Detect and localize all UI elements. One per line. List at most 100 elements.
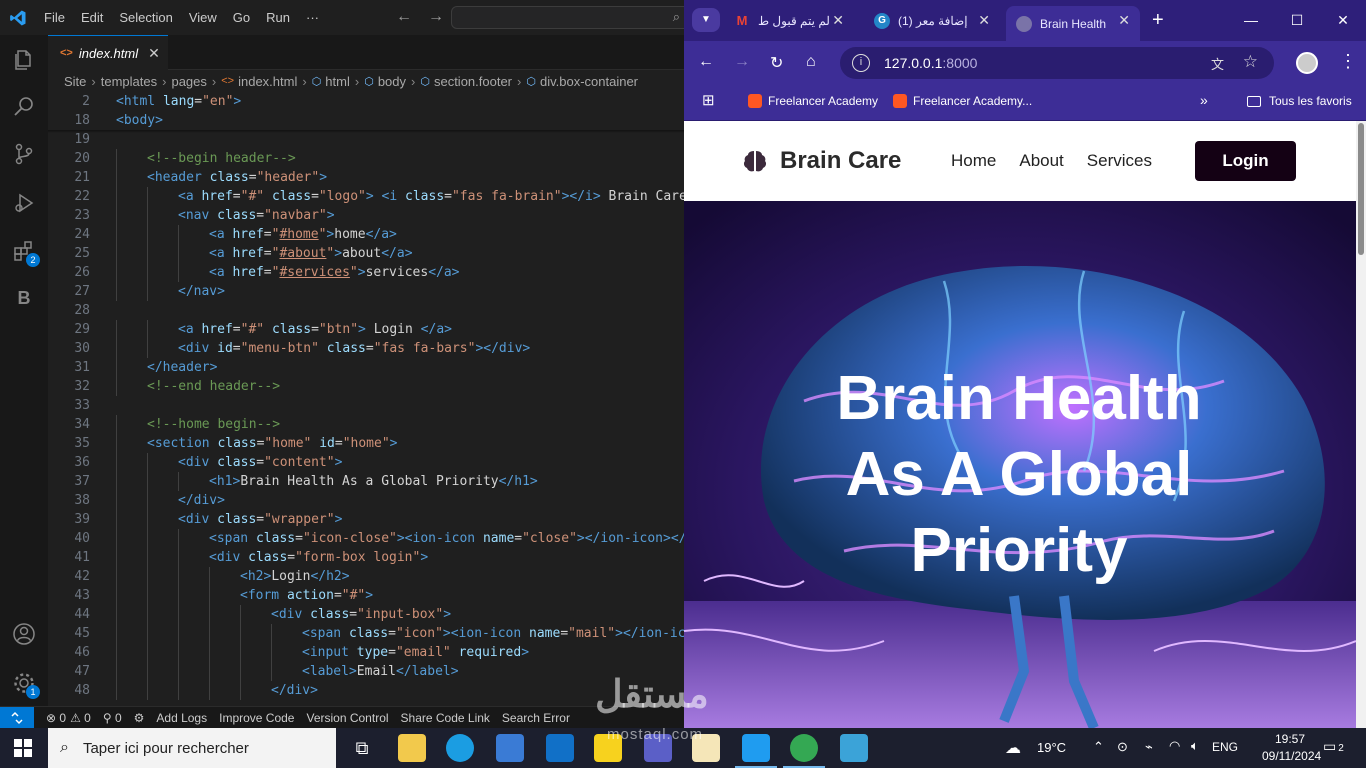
problems-warnings[interactable]: ⚠ 0 bbox=[70, 711, 91, 725]
menu-go[interactable]: Go bbox=[225, 10, 258, 25]
breadcrumb-item[interactable]: body bbox=[378, 74, 406, 89]
meet-icon[interactable]: ⊙ bbox=[1117, 739, 1128, 755]
breadcrumb-item[interactable]: index.html bbox=[238, 74, 297, 89]
home-icon[interactable]: ⌂ bbox=[806, 53, 816, 71]
menu-file[interactable]: File bbox=[36, 10, 73, 25]
browser-tab-gmail[interactable]: M لم يتم قبول ط ✕ bbox=[724, 6, 854, 35]
code-line[interactable]: 26 <a href="#services">services</a> bbox=[48, 263, 684, 282]
nav-home[interactable]: Home bbox=[951, 151, 996, 171]
code-line[interactable]: 40 <span class="icon-close"><ion-icon nam… bbox=[48, 529, 684, 548]
menu-more[interactable]: ··· bbox=[298, 10, 327, 25]
menu-run[interactable]: Run bbox=[258, 10, 298, 25]
breadcrumb-item[interactable]: html bbox=[325, 74, 350, 89]
code-line[interactable]: 24 <a href="#home">home</a> bbox=[48, 225, 684, 244]
windows-start-icon[interactable] bbox=[14, 739, 32, 757]
task-view-icon[interactable]: ⧉ bbox=[348, 734, 376, 762]
edge-icon[interactable] bbox=[446, 734, 474, 762]
status-search-error[interactable]: Search Error bbox=[502, 711, 570, 725]
login-button[interactable]: Login bbox=[1195, 141, 1296, 181]
code-line[interactable]: 25 <a href="#about">about</a> bbox=[48, 244, 684, 263]
page-scrollbar[interactable] bbox=[1356, 121, 1366, 728]
code-line[interactable]: 28 bbox=[48, 301, 684, 320]
new-tab-plus-icon[interactable]: + bbox=[1152, 9, 1164, 32]
network-icon[interactable]: ⌁ bbox=[1145, 739, 1153, 755]
code-line[interactable]: 33 bbox=[48, 396, 684, 415]
menu-selection[interactable]: Selection bbox=[111, 10, 180, 25]
minimize-icon[interactable]: — bbox=[1228, 0, 1274, 41]
notifications-icon[interactable]: ▭ 2 bbox=[1323, 738, 1353, 760]
b-extension-icon[interactable]: B bbox=[12, 288, 36, 312]
remote-icon[interactable] bbox=[0, 707, 34, 728]
search-icon[interactable] bbox=[12, 94, 36, 118]
code-line[interactable]: 43 <form action="#"> bbox=[48, 586, 684, 605]
forward-arrow-icon[interactable]: → bbox=[734, 53, 750, 71]
code-line[interactable]: 36 <div class="content"> bbox=[48, 453, 684, 472]
bookmark-star-icon[interactable]: ☆ bbox=[1243, 52, 1258, 72]
close-window-icon[interactable]: ✕ bbox=[1320, 0, 1366, 41]
language-indicator[interactable]: ENG bbox=[1212, 740, 1238, 754]
code-line[interactable]: 44 <div class="input-box"> bbox=[48, 605, 684, 624]
code-line[interactable]: 41 <div class="form-box login"> bbox=[48, 548, 684, 567]
reload-icon[interactable]: ↻ bbox=[770, 53, 783, 73]
breadcrumb-item[interactable]: Site bbox=[64, 74, 86, 89]
code-line[interactable]: 20 <!--begin header--> bbox=[48, 149, 684, 168]
translate-icon[interactable]: 文 bbox=[1211, 54, 1224, 73]
status-version-control[interactable]: Version Control bbox=[306, 711, 388, 725]
code-line[interactable]: 35 <section class="home" id="home"> bbox=[48, 434, 684, 453]
back-arrow-icon[interactable]: ← bbox=[698, 53, 714, 71]
site-logo[interactable]: Brain Care bbox=[742, 147, 901, 175]
debug-icon[interactable]: ⚙ bbox=[134, 711, 145, 725]
status-add-logs[interactable]: Add Logs bbox=[156, 711, 207, 725]
code-line[interactable]: 32 <!--end header--> bbox=[48, 377, 684, 396]
profile-avatar[interactable] bbox=[1296, 52, 1318, 74]
sticky-code-line[interactable]: 18 <body> bbox=[48, 111, 684, 130]
wifi-icon[interactable]: ◠ bbox=[1169, 738, 1180, 754]
breadcrumb-item[interactable]: section.footer bbox=[434, 74, 512, 89]
code-line[interactable]: 34 <!--home begin--> bbox=[48, 415, 684, 434]
code-line[interactable]: 21 <header class="header"> bbox=[48, 168, 684, 187]
code-line[interactable]: 22 <a href="#" class="logo"> <i class="fa… bbox=[48, 187, 684, 206]
forward-arrow-icon[interactable]: → bbox=[428, 8, 444, 26]
code-line[interactable]: 42 <h2>Login</h2> bbox=[48, 567, 684, 586]
close-icon[interactable]: ✕ bbox=[148, 45, 160, 62]
browser-tab-mostaql[interactable]: G (1) إضافة معر ✕ bbox=[864, 6, 1000, 35]
code-line[interactable]: 48 </div> bbox=[48, 681, 684, 700]
code-line[interactable]: 30 <div id="menu-btn" class="fas fa-bars"… bbox=[48, 339, 684, 358]
code-line[interactable]: 29 <a href="#" class="btn"> Login </a> bbox=[48, 320, 684, 339]
extensions-icon[interactable]: 2 bbox=[12, 239, 40, 267]
taskbar-search[interactable]: ⌕ Taper ici pour rechercher bbox=[48, 728, 336, 768]
bookmark-item[interactable]: Freelancer Academy bbox=[748, 94, 878, 108]
scrollbar-thumb[interactable] bbox=[1358, 123, 1364, 255]
close-tab-icon[interactable]: ✕ bbox=[1118, 12, 1130, 29]
mail-icon[interactable] bbox=[546, 734, 574, 762]
code-line[interactable]: 31 </header> bbox=[48, 358, 684, 377]
menu-view[interactable]: View bbox=[181, 10, 225, 25]
all-bookmarks[interactable]: Tous les favoris bbox=[1247, 94, 1352, 108]
weather-temp[interactable]: 19°C bbox=[1037, 740, 1066, 755]
command-center-search[interactable]: ⌕ bbox=[451, 6, 691, 29]
breadcrumb-item[interactable]: pages bbox=[171, 74, 206, 89]
problems-errors[interactable]: ⊗ 0 bbox=[46, 711, 66, 725]
sticky-code-line[interactable]: 2 <html lang="en"> bbox=[48, 92, 684, 111]
breadcrumb-item[interactable]: div.box-container bbox=[540, 74, 638, 89]
menu-edit[interactable]: Edit bbox=[73, 10, 111, 25]
clock[interactable]: 19:57 09/11/2024 bbox=[1262, 731, 1321, 765]
nav-services[interactable]: Services bbox=[1087, 151, 1152, 171]
tray-chevron-icon[interactable]: ⌃ bbox=[1093, 739, 1104, 755]
volume-icon[interactable]: 🔈︎ bbox=[1191, 738, 1199, 754]
browser-tab-brain-health[interactable]: Brain Health ✕ bbox=[1006, 6, 1140, 41]
address-bar[interactable]: i 127.0.0.1:8000 文 ☆ bbox=[840, 47, 1274, 79]
close-tab-icon[interactable]: ✕ bbox=[978, 12, 990, 29]
tab-index-html[interactable]: <> index.html ✕ bbox=[48, 35, 168, 70]
code-line[interactable]: 47 <label>Email</label> bbox=[48, 662, 684, 681]
account-icon[interactable] bbox=[12, 622, 36, 646]
weather-icon[interactable]: ☁ bbox=[1005, 738, 1021, 758]
bookmark-item[interactable]: Freelancer Academy... bbox=[893, 94, 1032, 108]
maximize-icon[interactable]: ☐ bbox=[1274, 0, 1320, 41]
breadcrumb-item[interactable]: templates bbox=[101, 74, 157, 89]
code-line[interactable]: 23 <nav class="navbar"> bbox=[48, 206, 684, 225]
explorer-icon[interactable] bbox=[12, 48, 36, 72]
ports-indicator[interactable]: ⚲ 0 bbox=[103, 711, 122, 725]
manage-gear-icon[interactable]: 1 bbox=[12, 671, 40, 699]
code-line[interactable]: 45 <span class="icon"><ion-icon name="mai… bbox=[48, 624, 684, 643]
